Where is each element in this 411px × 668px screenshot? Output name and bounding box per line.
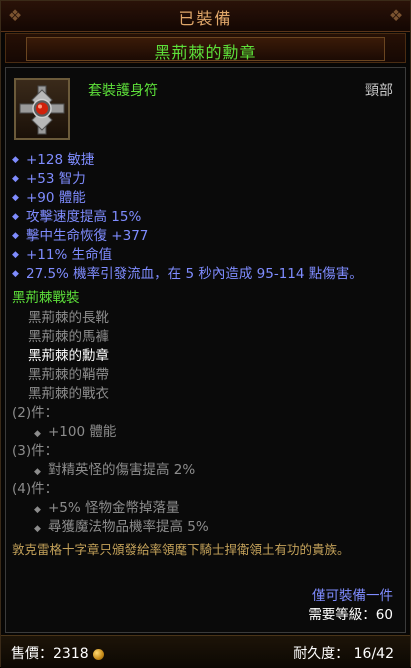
durability-value: 16/42	[353, 646, 394, 662]
property-line: ◆ 攻擊速度提高 15%	[12, 209, 142, 225]
tooltip-body: 套裝護身符 頸部 ◆ +128 敏捷 ◆ +53 智力 ◆ +90 體能 ◆ 攻擊速度提…	[5, 67, 406, 633]
set-bonus-line: ◆ 尋獲魔法物品機率提高 5%	[34, 519, 209, 535]
set-bonus-pieces: (3)件：	[12, 443, 59, 459]
set-bonus-pieces: (2)件：	[12, 405, 59, 421]
tooltip-footer: 售價：2318 耐久度： 16/42	[1, 635, 410, 668]
set-bonus-3: (3)件： ◆ 對精英怪的傷害提高 2%	[12, 439, 196, 478]
bullet-icon: ◆	[12, 174, 19, 184]
property-line: ◆ 27.5% 機率引發流血，在 5 秒內造成 95-114 點傷害。	[12, 266, 363, 282]
equipped-header: ❖ 已裝備 ❖	[1, 1, 410, 32]
bullet-icon: ◆	[34, 505, 41, 515]
item-properties: ◆ +128 敏捷 ◆ +53 智力 ◆ +90 體能 ◆ 攻擊速度提高 15% ◆ 擊中…	[12, 148, 402, 282]
item-slot: 頸部	[365, 83, 393, 99]
item-icon-frame	[14, 78, 70, 140]
bullet-icon: ◆	[12, 212, 19, 222]
level-requirement: 需要等級：60	[308, 607, 393, 623]
bullet-icon: ◆	[12, 250, 19, 260]
item-tooltip: ❖ 已裝備 ❖ 黑荊棘的勳章 套裝護身符 頸部 ◆ +128 敏捷 ◆ +53 智力…	[0, 0, 411, 668]
bullet-icon: ◆	[12, 155, 19, 165]
set-bonus-2: (2)件： ◆ +100 體能	[12, 401, 117, 440]
set-item: 黑荊棘的戰衣	[28, 386, 109, 402]
set-item: 黑荊棘的鞘帶	[28, 367, 109, 383]
set-item-list: 黑荊棘的長靴 黑荊棘的馬褲 黑荊棘的勳章 黑荊棘的鞘帶 黑荊棘的戰衣	[28, 306, 109, 402]
property-line: ◆ +90 體能	[12, 190, 86, 206]
gold-coin-icon	[92, 648, 104, 660]
set-title: 黑荊棘戰裝	[12, 290, 80, 306]
amulet-icon	[19, 85, 65, 135]
bullet-icon: ◆	[34, 429, 41, 439]
flavor-text: 敦克雷格十字章只頒發給率領麾下騎士捍衛領土有功的貴族。	[12, 542, 350, 557]
item-name: 黑荊棘的勳章	[154, 43, 257, 62]
property-line: ◆ +53 智力	[12, 171, 86, 187]
set-bonus-line: ◆ +5% 怪物金幣掉落量	[34, 500, 180, 516]
set-bonus-pieces: (4)件：	[12, 481, 59, 497]
set-bonus-line: ◆ +100 體能	[34, 424, 117, 440]
set-item: 黑荊棘的長靴	[28, 310, 109, 326]
bullet-icon: ◆	[34, 524, 41, 534]
set-item: 黑荊棘的馬褲	[28, 329, 109, 345]
property-line: ◆ +128 敏捷	[12, 152, 95, 168]
equip-restriction: 僅可裝備一件	[312, 588, 393, 604]
property-line: ◆ 擊中生命恢復 +377	[12, 228, 149, 244]
bullet-icon: ◆	[12, 231, 19, 241]
equipped-status: 已裝備	[178, 9, 233, 28]
sell-price: 售價：2318	[11, 643, 104, 663]
bullet-icon: ◆	[12, 193, 19, 203]
set-bonus-4: (4)件： ◆ +5% 怪物金幣掉落量 ◆ 尋獲魔法物品機率提高 5%	[12, 477, 209, 535]
set-bonus-line: ◆ 對精英怪的傷害提高 2%	[34, 462, 196, 478]
item-name-header: 黑荊棘的勳章	[5, 33, 406, 63]
bullet-icon: ◆	[34, 467, 41, 477]
durability: 耐久度： 16/42	[293, 646, 394, 662]
set-item-current: 黑荊棘的勳章	[28, 348, 109, 364]
bullet-icon: ◆	[12, 269, 19, 279]
item-type: 套裝護身符	[88, 83, 158, 99]
header-ornament-right-icon: ❖	[388, 6, 404, 25]
property-line: ◆ +11% 生命值	[12, 247, 113, 263]
